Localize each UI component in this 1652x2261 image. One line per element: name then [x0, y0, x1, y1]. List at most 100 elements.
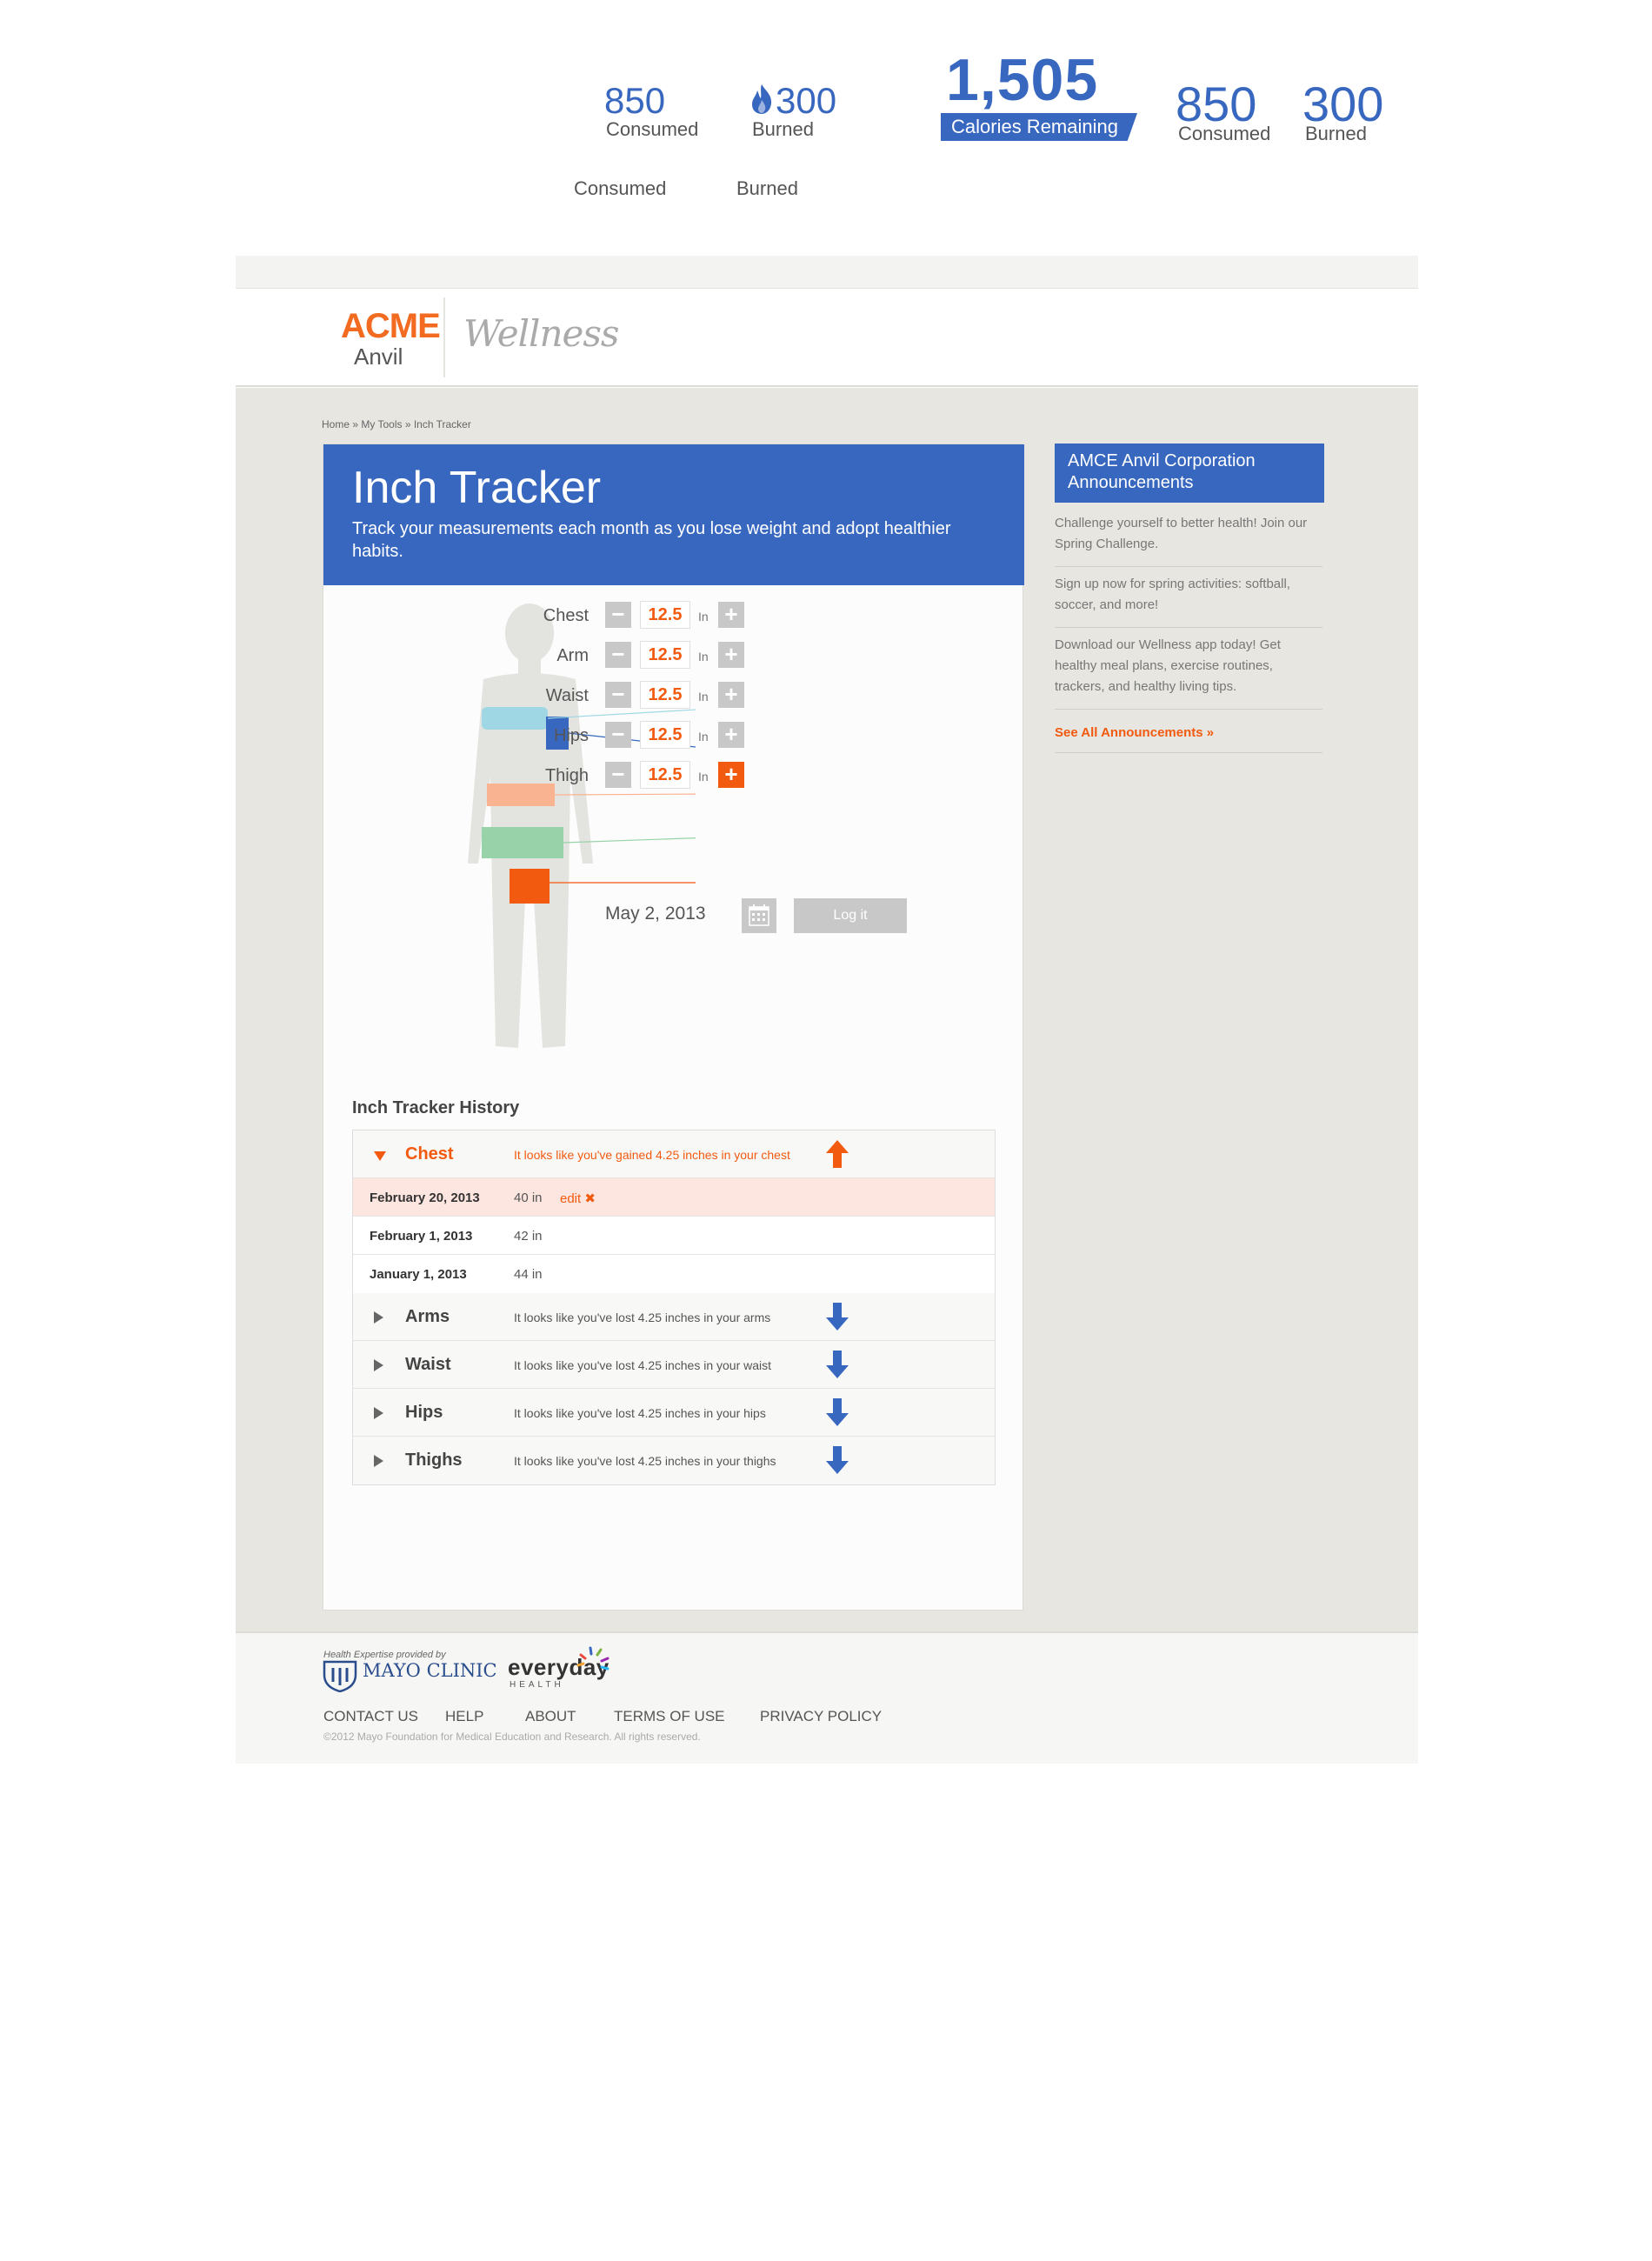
header-divider: [443, 297, 445, 377]
increment-button[interactable]: +: [718, 642, 744, 668]
entry-value: 44 in: [514, 1267, 543, 1282]
footer-link-privacy-policy[interactable]: PRIVACY POLICY: [760, 1708, 882, 1725]
history-row-message: It looks like you've lost 4.25 inches in…: [514, 1454, 776, 1468]
measurement-row-arm: Arm −12.5 In +: [323, 641, 744, 670]
calendar-icon: [749, 904, 769, 926]
entry-value: 40 in: [514, 1191, 543, 1205]
decrement-button[interactable]: −: [605, 642, 631, 668]
decrement-button[interactable]: −: [605, 722, 631, 748]
history-row-hips[interactable]: Hips It looks like you've lost 4.25 inche…: [353, 1389, 995, 1437]
mayo-shield-icon: [323, 1660, 357, 1692]
burned-group: 300: [749, 83, 836, 119]
history-accordion: Chest It looks like you've gained 4.25 i…: [352, 1130, 996, 1485]
history-entry-row: January 1, 2013 44 in: [353, 1255, 995, 1293]
increment-button[interactable]: +: [718, 602, 744, 628]
footer-link-help[interactable]: HELP: [445, 1708, 483, 1725]
breadcrumb[interactable]: Home » My Tools » Inch Tracker: [322, 418, 471, 430]
burned-label-loose: Burned: [736, 177, 798, 199]
history-entry-row: February 20, 2013 40 in edit ✖: [353, 1178, 995, 1217]
arrow-down-icon: [826, 1303, 849, 1331]
log-it-button[interactable]: Log it: [794, 898, 907, 933]
arrow-down-icon: [826, 1398, 849, 1426]
measurement-label: Waist: [545, 686, 589, 705]
edit-entry-link[interactable]: edit ✖: [560, 1191, 596, 1206]
increment-button[interactable]: +: [718, 682, 744, 708]
measurement-row-hips: Hips −12.5 In +: [323, 721, 744, 750]
history-row-arms[interactable]: Arms It looks like you've lost 4.25 inche…: [353, 1293, 995, 1341]
consumed-value-large: 850: [1176, 77, 1257, 131]
measurement-row-thigh: Thigh −12.5 In +: [323, 761, 744, 790]
history-row-message: It looks like you've gained 4.25 inches …: [514, 1148, 790, 1162]
consumed-label-large: Consumed: [1178, 123, 1271, 144]
arrow-up-icon: [826, 1140, 849, 1168]
anvil-logo-text: Anvil: [354, 343, 403, 370]
history-row-name: Chest: [405, 1144, 454, 1164]
burned-value: 300: [776, 80, 837, 121]
footer-link-terms-of-use[interactable]: TERMS OF USE: [614, 1708, 725, 1725]
decrement-button[interactable]: −: [605, 602, 631, 628]
history-row-name: Arms: [405, 1307, 450, 1326]
hero-banner: Inch Tracker Track your measurements eac…: [323, 444, 1024, 585]
history-row-message: It looks like you've lost 4.25 inches in…: [514, 1358, 772, 1372]
measurement-row-waist: Waist −12.5 In +: [323, 681, 744, 710]
measurement-unit: In: [698, 730, 709, 744]
history-entry-row: February 1, 2013 42 in: [353, 1217, 995, 1255]
flame-icon: [752, 84, 772, 114]
hips-zone: [482, 827, 563, 858]
history-row-name: Waist: [405, 1355, 451, 1374]
everyday-health-sub: HEALTH: [510, 1680, 564, 1690]
measurement-value[interactable]: 12.5: [640, 681, 690, 709]
consumed-value: 850: [604, 80, 666, 121]
arrow-down-icon: [826, 1446, 849, 1474]
see-all-announcements-link[interactable]: See All Announcements »: [1055, 725, 1322, 753]
announcement-item[interactable]: Sign up now for spring activities: softb…: [1055, 574, 1322, 628]
decrement-button[interactable]: −: [605, 682, 631, 708]
calories-remaining-badge: Calories Remaining: [941, 113, 1137, 141]
arrow-down-icon: [826, 1351, 849, 1378]
burned-value-large: 300: [1302, 77, 1384, 131]
footer-link-contact-us[interactable]: CONTACT US: [323, 1708, 418, 1725]
caret-down-icon: [374, 1151, 386, 1161]
decrement-button[interactable]: −: [605, 762, 631, 788]
history-row-name: Thighs: [405, 1451, 463, 1470]
top-strip: [236, 256, 1418, 289]
page-subtitle: Track your measurements each month as yo…: [352, 519, 951, 561]
entry-date: January 1, 2013: [370, 1267, 467, 1282]
burned-label-large: Burned: [1305, 123, 1367, 144]
thigh-zone: [510, 869, 550, 904]
measurement-value[interactable]: 12.5: [640, 641, 690, 669]
body-silhouette: [468, 604, 696, 1048]
measurement-unit: In: [698, 610, 709, 624]
announcements-heading: AMCE Anvil Corporation Announcements: [1055, 444, 1324, 503]
entry-value: 42 in: [514, 1229, 543, 1244]
history-row-thighs[interactable]: Thighs It looks like you've lost 4.25 inc…: [353, 1437, 995, 1484]
measurement-label: Hips: [553, 726, 589, 745]
measurement-value[interactable]: 12.5: [640, 721, 690, 749]
mayo-clinic-logo[interactable]: MAYO CLINIC: [363, 1660, 497, 1681]
acme-logo[interactable]: ACME: [341, 309, 441, 343]
caret-right-icon: [374, 1407, 383, 1419]
page-title: Inch Tracker: [352, 463, 602, 513]
history-row-waist[interactable]: Waist It looks like you've lost 4.25 inch…: [353, 1341, 995, 1389]
measurement-unit: In: [698, 770, 709, 784]
calendar-button[interactable]: [742, 898, 776, 933]
entry-date: February 1, 2013: [370, 1229, 473, 1244]
history-row-name: Hips: [405, 1403, 443, 1422]
measurement-value[interactable]: 12.5: [640, 761, 690, 789]
increment-button[interactable]: +: [718, 762, 744, 788]
caret-right-icon: [374, 1311, 383, 1324]
measurement-label: Arm: [556, 646, 589, 665]
history-row-message: It looks like you've lost 4.25 inches in…: [514, 1406, 766, 1420]
inch-tracker-card: Inch Tracker Track your measurements eac…: [323, 444, 1024, 1611]
wellness-logo: Wellness: [463, 312, 619, 355]
measurement-value[interactable]: 12.5: [640, 601, 690, 629]
footer-link-about[interactable]: ABOUT: [525, 1708, 576, 1725]
announcement-item[interactable]: Challenge yourself to better health! Joi…: [1055, 513, 1322, 567]
history-row-chest[interactable]: Chest It looks like you've gained 4.25 i…: [353, 1130, 995, 1178]
measurement-label: Chest: [543, 606, 589, 625]
announcement-item[interactable]: Download our Wellness app today! Get hea…: [1055, 635, 1322, 710]
measurement-label: Thigh: [544, 766, 589, 785]
increment-button[interactable]: +: [718, 722, 744, 748]
consumed-label-loose: Consumed: [574, 177, 667, 199]
calories-remaining-value: 1,505: [946, 47, 1099, 113]
